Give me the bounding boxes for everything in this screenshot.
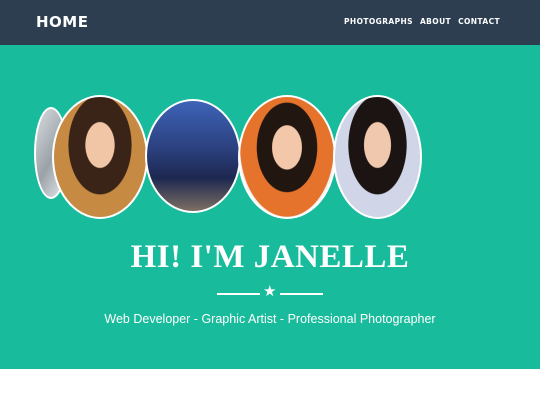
brand-link[interactable]: HOME (36, 13, 88, 31)
hero-title: HI! I'M JANELLE (130, 239, 410, 275)
portrait-photo-3 (333, 95, 422, 219)
portrait-photo-1 (52, 95, 148, 219)
portrait-photo-2 (238, 95, 336, 219)
hero-section: HI! I'M JANELLE ★ Web Developer - Graphi… (0, 45, 540, 369)
star-divider: ★ (217, 283, 323, 301)
nav-link-about[interactable]: ABOUT (420, 17, 451, 26)
hero-subtitle: Web Developer - Graphic Artist - Profess… (104, 312, 436, 326)
seaside-photo (145, 99, 241, 213)
nav-link-photographs[interactable]: PHOTOGRAPHS (344, 17, 413, 26)
nav-links: PHOTOGRAPHS ABOUT CONTACT (344, 17, 500, 26)
navbar: HOME PHOTOGRAPHS ABOUT CONTACT (0, 0, 540, 45)
nav-link-contact[interactable]: CONTACT (458, 17, 500, 26)
divider-line-right (280, 293, 323, 295)
star-icon: ★ (263, 283, 277, 300)
divider-line-left (217, 293, 260, 295)
